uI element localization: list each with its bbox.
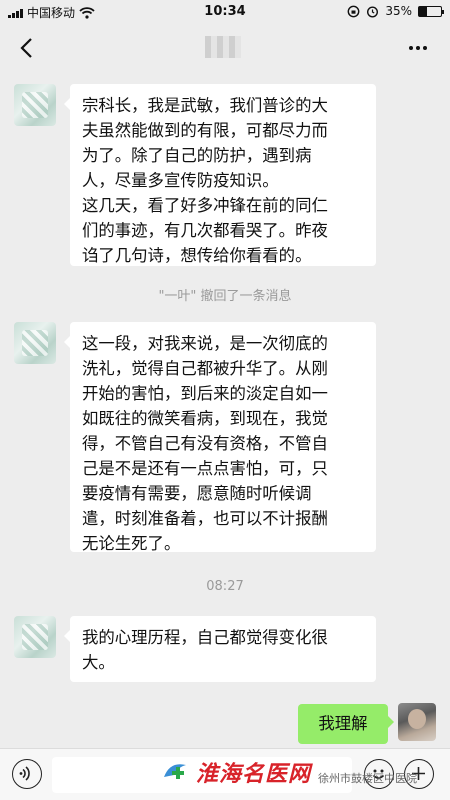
recall-notice: "一叶" 撤回了一条消息: [158, 289, 292, 304]
more-button[interactable]: [404, 34, 432, 62]
message-text: 我理解: [318, 714, 368, 733]
status-bar: 中国移动 10:34 35%: [0, 0, 450, 24]
message-line: 洗礼，觉得自己都被升华了。从刚: [82, 359, 328, 378]
message-bubble-self[interactable]: 我理解: [298, 704, 394, 744]
chat-title-blurred: [205, 36, 241, 58]
message-line: 宗科长，我是武敏，我们普诊的大: [82, 96, 328, 115]
message-line: 这几天，看了好多冲锋在前的同仁: [82, 196, 328, 215]
alarm-icon: [367, 5, 379, 18]
voice-button[interactable]: [12, 759, 42, 789]
back-button[interactable]: [14, 34, 42, 62]
watermark-caption: 徐州市鼓楼区中医院: [318, 772, 417, 785]
message-line: 开始的害怕，到后来的淡定自如一: [82, 384, 328, 403]
message-line: 们的事迹，有几次都看哭了。昨夜: [82, 221, 328, 240]
message-line: 得，不管自己有没有资格，不管自: [82, 434, 328, 453]
voice-icon: [19, 766, 30, 781]
self-avatar[interactable]: [398, 703, 436, 741]
contact-avatar[interactable]: [14, 84, 56, 126]
message-line: 人，尽量多宣传防疫知识。: [82, 171, 279, 190]
message-line: 我的心理历程，自己都觉得变化很: [82, 628, 328, 647]
message-line: 己是不是还有一点点害怕，可，只: [82, 459, 328, 478]
chevron-left-icon: [20, 38, 32, 58]
contact-avatar[interactable]: [14, 322, 56, 364]
chat-header: [0, 24, 450, 70]
message-line: 无论生死了。: [82, 534, 181, 553]
message-bubble-2[interactable]: 这一段，对我来说，是一次彻底的 洗礼，觉得自己都被升华了。从刚 开始的害怕，到后…: [64, 322, 376, 553]
status-right: 35%: [347, 4, 444, 18]
message-bubble-3[interactable]: 我的心理历程，自己都觉得变化很 大。: [64, 616, 376, 682]
message-line: 为了。除了自己的防护，遇到病: [82, 146, 312, 165]
contact-avatar[interactable]: [14, 616, 56, 658]
battery-icon: [418, 5, 444, 17]
rotation-lock-icon: [347, 5, 360, 17]
message-line: 要疫情有需要，愿意随时听候调: [82, 484, 312, 503]
message-line: 如既往的微笑看病，到现在，我觉: [82, 409, 328, 428]
medical-cross-logo-icon: [164, 764, 186, 779]
watermark-logo: 淮海名医网: [160, 752, 311, 792]
battery-percent: 35%: [385, 4, 412, 18]
message-line: 遣，时刻准备着，也可以不计报酬: [82, 509, 328, 528]
message-line: 大。: [82, 653, 115, 672]
message-line: 诌了几句诗，想传给你看看的。: [82, 246, 312, 265]
message-line: 这一段，对我来说，是一次彻底的: [82, 334, 328, 353]
watermark-logo-text: 淮海名医网: [196, 761, 312, 787]
more-dots-icon: [409, 46, 413, 50]
message-bubble-1[interactable]: 宗科长，我是武敏，我们普诊的大 夫虽然能做到的有限，可都尽力而 为了。除了自己的…: [64, 84, 376, 266]
timestamp-divider: 08:27: [206, 579, 244, 594]
message-line: 夫虽然能做到的有限，可都尽力而: [82, 121, 328, 140]
